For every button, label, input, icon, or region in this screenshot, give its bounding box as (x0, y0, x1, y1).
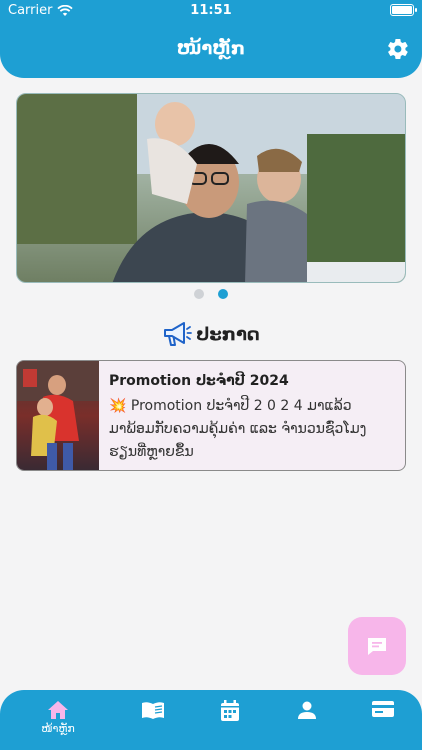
promotion-title: Promotion ປະຈໍາປີ 2024 (109, 373, 289, 389)
tab-home[interactable]: ໜ້າຫຼັກ (33, 700, 83, 742)
carousel-dot-2[interactable] (218, 289, 228, 299)
section-title: ປະກາດ (196, 323, 260, 345)
status-bar: Carrier 11:51 (0, 0, 422, 22)
calendar-icon (221, 700, 239, 721)
family-photo (17, 94, 405, 282)
promotion-line: ມາພ້ອມກັບຄວາມຄຸ້ມຄ່າ ແລະ ຈໍານວນຊົ່ວໂມງ (109, 421, 367, 437)
gear-icon (388, 38, 408, 60)
clock: 11:51 (190, 3, 232, 18)
chat-button[interactable] (348, 617, 406, 675)
megaphone-icon (164, 322, 193, 346)
book-icon (142, 702, 164, 719)
tab-profile[interactable] (282, 700, 332, 742)
card-icon (372, 701, 394, 717)
tab-courses[interactable] (128, 700, 178, 742)
tab-home-label: ໜ້າຫຼັກ (41, 722, 75, 735)
person-icon (298, 701, 316, 719)
tab-payment[interactable] (358, 700, 408, 742)
bottom-tab-bar: ໜ້າຫຼັກ (0, 690, 422, 750)
chat-icon (368, 638, 386, 655)
banner-carousel[interactable] (16, 93, 406, 283)
carousel-dot-1[interactable] (194, 289, 204, 299)
battery-icon (390, 4, 417, 16)
page-title: ໜ້າຫຼັກ (176, 38, 246, 59)
promotion-line: 💥 Promotion ປະຈໍາປີ 2 0 2 4 ມາແລ້ວ (109, 398, 352, 414)
promotion-body: 💥 Promotion ປະຈໍາປີ 2 0 2 4 ມາແລ້ວ ມາພ້ອ… (109, 395, 395, 464)
home-icon (48, 701, 68, 719)
tab-schedule[interactable] (205, 700, 255, 742)
promotion-line: ຮຽນທີ່ຫຼາຍຂຶ້ນ (109, 444, 194, 460)
top-header: Carrier 11:51 ໜ້າຫຼັກ (0, 0, 422, 78)
section-header: ປະກາດ (0, 320, 422, 348)
carousel-dots (0, 289, 422, 299)
promotion-thumbnail (17, 361, 99, 470)
promotion-card[interactable]: Promotion ປະຈໍາປີ 2024 💥 Promotion ປະຈໍາ… (16, 360, 406, 471)
settings-button[interactable] (386, 37, 410, 61)
